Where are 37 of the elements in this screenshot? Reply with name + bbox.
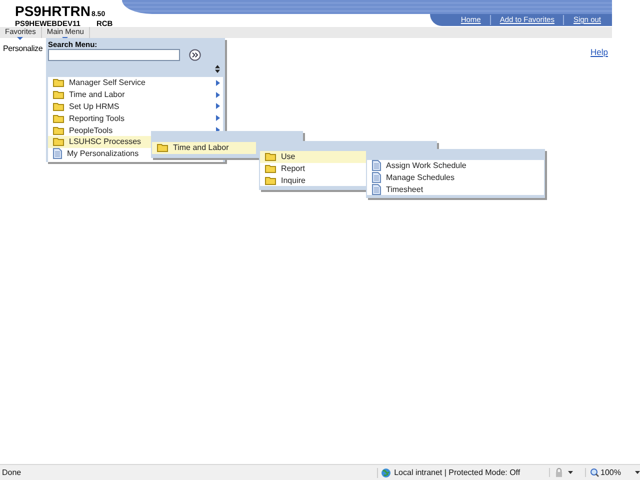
sort-icon[interactable] xyxy=(215,65,220,73)
caret-icon[interactable] xyxy=(635,471,640,474)
folder-icon xyxy=(157,143,168,152)
menu-item[interactable]: Timesheet xyxy=(367,184,544,196)
document-icon xyxy=(372,172,381,184)
menu-item[interactable]: Manager Self Service xyxy=(48,77,223,89)
menu-item[interactable]: Time and Labor xyxy=(48,88,223,101)
menu-item[interactable]: Manage Schedules xyxy=(367,172,544,184)
status-text: Done xyxy=(1,468,22,477)
menu-item[interactable]: Inquire xyxy=(260,174,366,186)
menu-item[interactable]: Report xyxy=(260,162,366,175)
folder-icon xyxy=(265,152,276,162)
folder-icon xyxy=(53,78,64,88)
security-zone: Local intranet | Protected Mode: Off xyxy=(394,468,520,477)
menu-item[interactable]: Time and Labor xyxy=(152,142,256,154)
help-link[interactable]: Help xyxy=(590,47,608,58)
folder-icon xyxy=(53,102,64,111)
caret-icon[interactable] xyxy=(568,471,573,474)
zoom-level[interactable]: 100% xyxy=(600,468,621,477)
folder-icon xyxy=(265,176,276,185)
menu-item[interactable]: Reporting Tools xyxy=(48,112,223,124)
menu-item[interactable]: Assign Work Schedule xyxy=(367,160,544,172)
menu-item[interactable]: Set Up HRMS xyxy=(48,100,223,112)
personalize-label: Personalize xyxy=(3,44,43,55)
folder-icon xyxy=(53,90,64,100)
document-icon xyxy=(372,160,381,172)
app-title: PS9HRTRN xyxy=(15,4,90,18)
search-go-icon[interactable] xyxy=(189,49,201,61)
search-field[interactable] xyxy=(48,49,180,61)
menu-item[interactable]: Use xyxy=(260,151,366,163)
folder-icon xyxy=(53,114,64,123)
folder-icon xyxy=(53,137,64,146)
globe-icon xyxy=(381,468,392,478)
menu-item[interactable]: PeopleTools xyxy=(48,124,223,136)
zoom-icon[interactable] xyxy=(590,468,599,477)
document-icon xyxy=(372,184,381,195)
document-icon xyxy=(53,148,62,160)
